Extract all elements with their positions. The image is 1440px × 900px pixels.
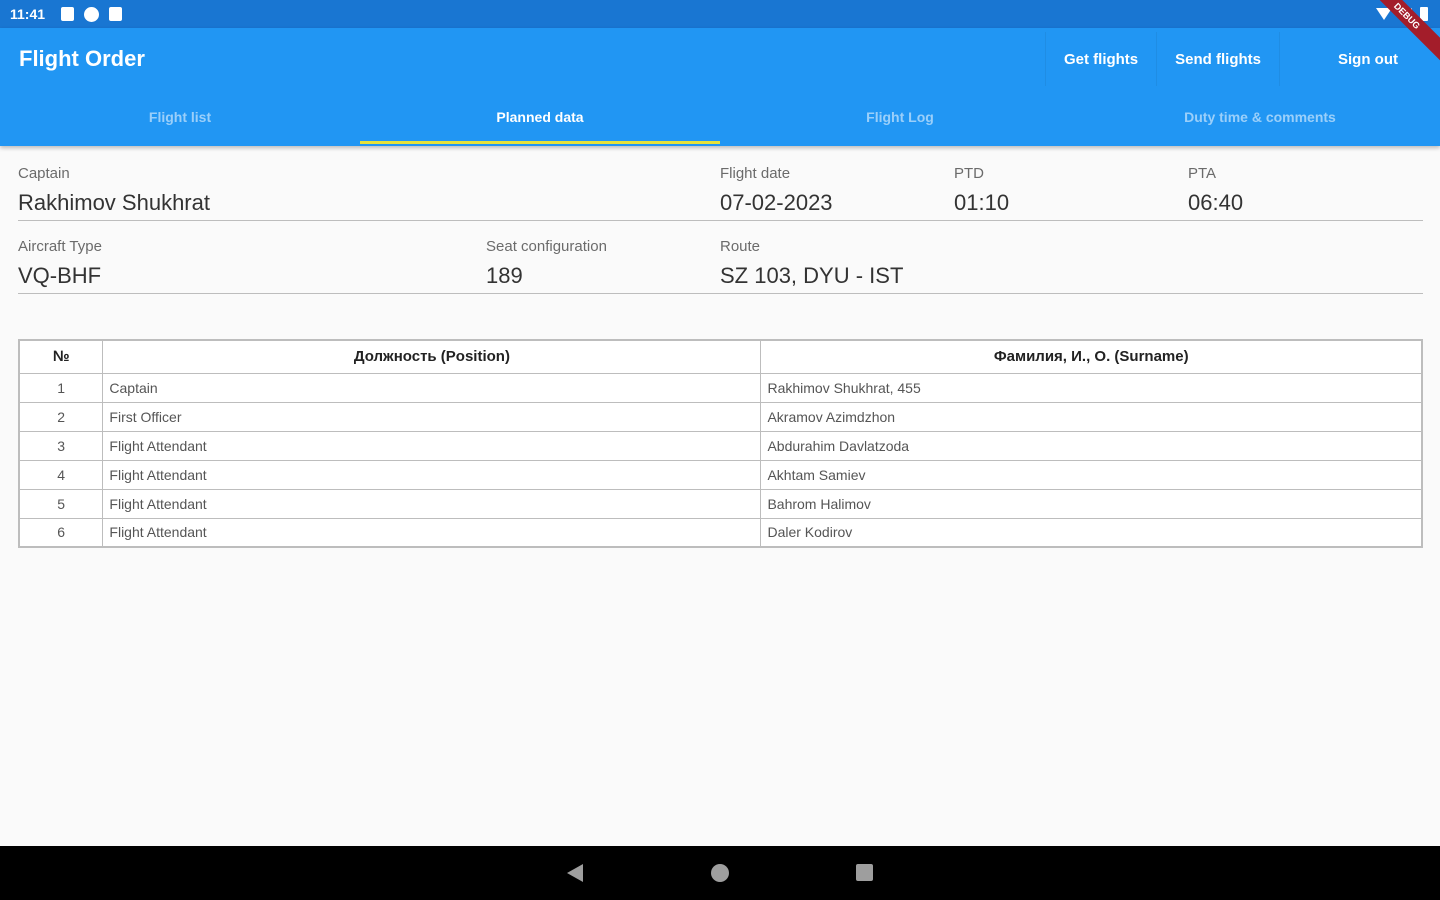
tab-label: Flight list	[148, 109, 212, 125]
app-title: Flight Order	[19, 46, 145, 71]
cell-position: First Officer	[102, 401, 762, 432]
cell-position: Flight Attendant	[102, 459, 762, 490]
captain-value: Rakhimov Shukhrat	[18, 190, 210, 215]
tab-flight-log[interactable]: Flight Log	[720, 98, 1080, 146]
back-icon[interactable]	[567, 864, 583, 882]
seat-config-label: Seat configuration	[486, 238, 607, 255]
aircraft-type-label: Aircraft Type	[18, 238, 102, 255]
tab-indicator	[360, 141, 720, 144]
table-header-row: № Должность (Position) Фамилия, И., О. (…	[18, 339, 1423, 374]
route-label: Route	[720, 238, 761, 255]
cell-number: 3	[18, 430, 104, 461]
cell-surname: Daler Kodirov	[760, 517, 1423, 548]
sd-card-icon	[61, 7, 75, 21]
cell-surname: Abdurahim Davlatzoda	[760, 430, 1423, 461]
tab-label: Duty time & comments	[1184, 109, 1336, 125]
cell-position: Flight Attendant	[102, 430, 762, 461]
table-row: 2 First Officer Akramov Azimdzhon	[18, 401, 1423, 432]
ptd-field: PTD 01:10	[954, 165, 1009, 216]
app-bar: Flight Order Get flights Send flights Si…	[0, 28, 1440, 146]
aircraft-type-value: VQ-BHF	[18, 263, 102, 288]
cell-surname: Akhtam Samiev	[760, 459, 1423, 490]
cell-number: 4	[18, 459, 104, 490]
captain-label: Captain	[18, 165, 70, 182]
crew-table: № Должность (Position) Фамилия, И., О. (…	[18, 339, 1423, 548]
column-header-position: Должность (Position)	[102, 339, 762, 374]
ptd-label: PTD	[954, 165, 984, 182]
tab-planned-data[interactable]: Planned data	[360, 98, 720, 146]
cell-surname: Rakhimov Shukhrat, 455	[760, 372, 1423, 403]
pta-value: 06:40	[1188, 190, 1244, 215]
ptd-value: 01:10	[954, 190, 1010, 215]
cell-number: 2	[18, 401, 104, 432]
cell-position: Captain	[102, 372, 762, 403]
flight-date-label: Flight date	[720, 165, 791, 182]
route-field: Route SZ 103, DYU - IST	[720, 238, 903, 289]
tab-flight-list[interactable]: Flight list	[0, 98, 360, 146]
pta-label: PTA	[1188, 165, 1217, 182]
status-bar: 11:41	[0, 0, 1440, 28]
tab-duty-time[interactable]: Duty time & comments	[1080, 98, 1440, 146]
flight-date-field: Flight date 07-02-2023	[720, 165, 833, 216]
home-icon[interactable]	[711, 864, 729, 882]
column-header-surname: Фамилия, И., О. (Surname)	[760, 339, 1423, 374]
cell-surname: Akramov Azimdzhon	[760, 401, 1423, 432]
table-row: 1 Captain Rakhimov Shukhrat, 455	[18, 372, 1423, 403]
column-header-number: №	[18, 339, 104, 374]
cell-number: 5	[18, 488, 104, 519]
cell-position: Flight Attendant	[102, 488, 762, 519]
recent-apps-icon[interactable]	[856, 864, 873, 881]
divider	[18, 220, 1423, 221]
table-row: 5 Flight Attendant Bahrom Halimov	[18, 488, 1423, 519]
app-bar-actions: Get flights Send flights Sign out	[1044, 32, 1418, 86]
seat-config-value: 189	[486, 263, 523, 288]
tab-bar: Flight list Planned data Flight Log Duty…	[0, 98, 1440, 146]
cell-number: 6	[18, 517, 104, 548]
aircraft-type-field: Aircraft Type VQ-BHF	[18, 238, 102, 289]
divider	[18, 293, 1423, 294]
table-row: 3 Flight Attendant Abdurahim Davlatzoda	[18, 430, 1423, 461]
captain-field: Captain Rakhimov Shukhrat	[18, 165, 210, 216]
flight-date-value: 07-02-2023	[720, 190, 833, 215]
table-row: 6 Flight Attendant Daler Kodirov	[18, 517, 1423, 548]
pta-field: PTA 06:40	[1188, 165, 1243, 216]
cell-surname: Bahrom Halimov	[760, 488, 1423, 519]
data-saver-icon	[84, 6, 100, 22]
table-row: 4 Flight Attendant Akhtam Samiev	[18, 459, 1423, 490]
cell-position: Flight Attendant	[102, 517, 762, 548]
clipboard-icon	[109, 7, 123, 21]
status-time: 11:41	[10, 6, 46, 22]
tab-label: Flight Log	[866, 109, 934, 125]
cell-number: 1	[18, 372, 104, 403]
system-nav-bar	[0, 846, 1440, 900]
sign-out-button[interactable]: Sign out	[1279, 32, 1418, 86]
seat-config-field: Seat configuration 189	[486, 238, 607, 289]
tab-label: Planned data	[496, 109, 584, 125]
send-flights-button[interactable]: Send flights	[1156, 32, 1279, 86]
route-value: SZ 103, DYU - IST	[720, 263, 904, 288]
get-flights-button[interactable]: Get flights	[1044, 32, 1156, 86]
